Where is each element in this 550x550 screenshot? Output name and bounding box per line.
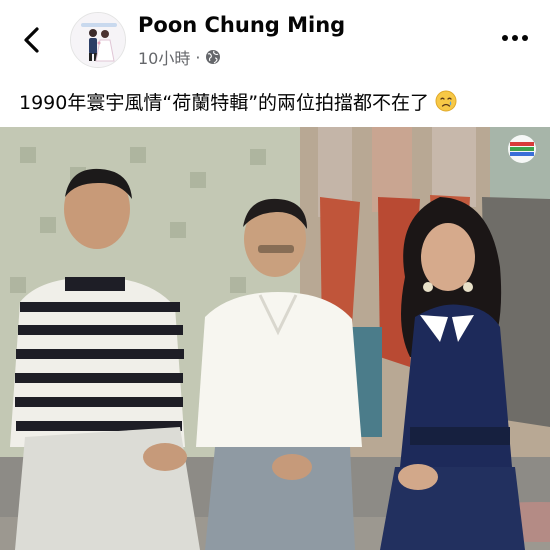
chevron-left-icon [24, 27, 39, 53]
post-meta: 10小時 · [138, 45, 221, 69]
author-name[interactable]: Poon Chung Ming [138, 13, 345, 37]
tv-show-photo-image [0, 127, 550, 550]
globe-icon[interactable] [205, 49, 221, 65]
avatar[interactable] [70, 12, 126, 68]
back-button[interactable] [18, 24, 46, 56]
tv-logo [508, 135, 536, 163]
crying-face-emoji [435, 90, 457, 112]
meta-separator: · [195, 47, 201, 67]
more-horizontal-icon [502, 35, 528, 41]
post-time[interactable]: 10小時 [138, 45, 190, 69]
post-header: Poon Chung Ming 10小時 · [0, 0, 550, 80]
post-caption: 1990年寰宇風情“荷蘭特輯”的兩位拍擋都不在了 [19, 88, 539, 115]
caption-text: 1990年寰宇風情“荷蘭特輯”的兩位拍擋都不在了 [19, 92, 430, 114]
wedding-couple-avatar-image [71, 13, 125, 67]
more-options-button[interactable] [498, 26, 534, 50]
post-photo[interactable] [0, 127, 550, 550]
